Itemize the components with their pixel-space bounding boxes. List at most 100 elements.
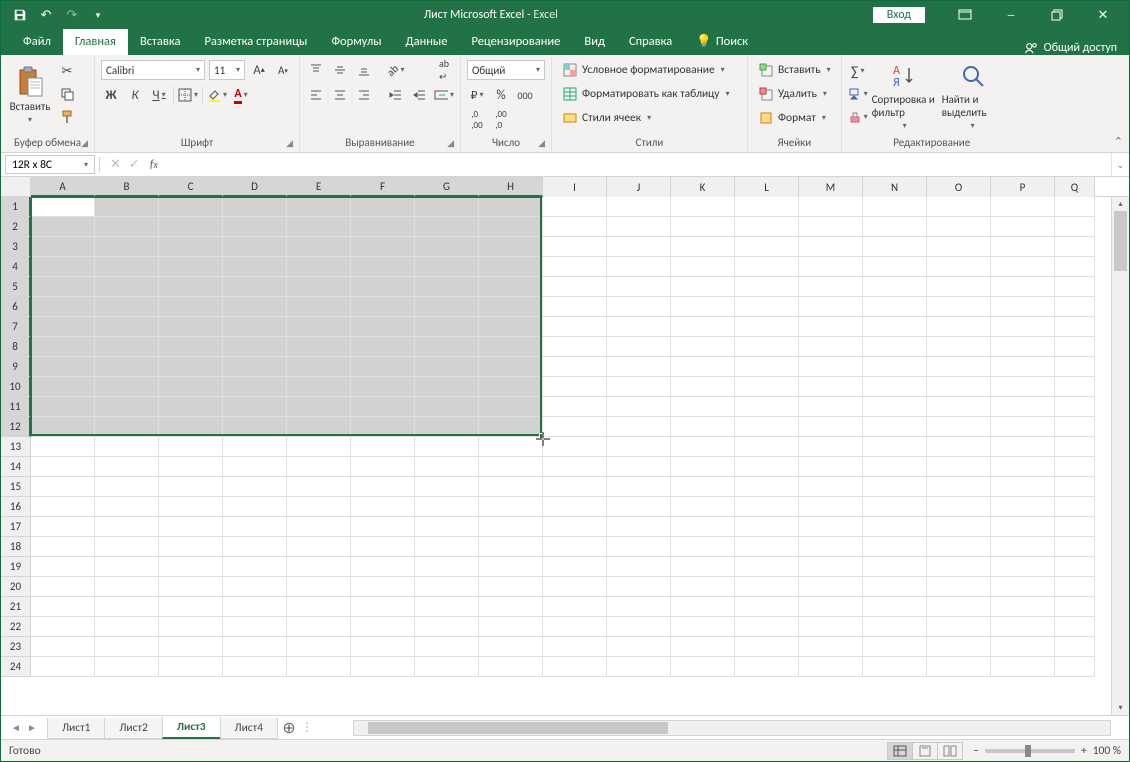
- row-header[interactable]: 3: [1, 237, 31, 257]
- column-header[interactable]: N: [863, 177, 927, 197]
- cell[interactable]: [735, 457, 799, 477]
- cell[interactable]: [287, 577, 351, 597]
- cell[interactable]: [351, 617, 415, 637]
- cell[interactable]: [543, 577, 607, 597]
- scroll-up-icon[interactable]: ▴: [1112, 197, 1129, 211]
- cell[interactable]: [351, 437, 415, 457]
- cell[interactable]: [735, 637, 799, 657]
- find-select-button[interactable]: Найти и выделить▾: [942, 57, 1004, 134]
- cell[interactable]: [1055, 577, 1095, 597]
- cell[interactable]: [671, 297, 735, 317]
- cell[interactable]: [351, 237, 415, 257]
- cell[interactable]: [479, 397, 543, 417]
- cell[interactable]: [607, 197, 671, 217]
- cell[interactable]: [671, 417, 735, 437]
- format-cells-button[interactable]: Формат▾: [754, 107, 835, 129]
- zoom-out-button[interactable]: −: [973, 744, 979, 758]
- cell[interactable]: [607, 337, 671, 357]
- cell[interactable]: [735, 577, 799, 597]
- column-header[interactable]: I: [543, 177, 607, 197]
- cell[interactable]: [863, 217, 927, 237]
- cancel-edit-icon[interactable]: ✕: [110, 157, 121, 172]
- column-header[interactable]: H: [479, 177, 543, 197]
- page-break-view-icon[interactable]: [937, 742, 963, 760]
- cell[interactable]: [991, 517, 1055, 537]
- formula-input[interactable]: [164, 153, 1111, 176]
- cell[interactable]: [159, 497, 223, 517]
- row-header[interactable]: 5: [1, 277, 31, 297]
- cell[interactable]: [223, 337, 287, 357]
- cell[interactable]: [223, 497, 287, 517]
- cell[interactable]: [927, 437, 991, 457]
- cell[interactable]: [799, 277, 863, 297]
- cell[interactable]: [479, 657, 543, 677]
- cell[interactable]: [863, 477, 927, 497]
- cell[interactable]: [287, 617, 351, 637]
- autosum-icon[interactable]: ∑: [848, 61, 868, 81]
- tab-рецензирование[interactable]: Рецензирование: [459, 29, 572, 55]
- tell-me[interactable]: 💡 Поиск: [684, 29, 760, 55]
- cell[interactable]: [863, 597, 927, 617]
- cell[interactable]: [735, 617, 799, 637]
- row-header[interactable]: 10: [1, 377, 31, 397]
- cell[interactable]: [479, 617, 543, 637]
- row-header[interactable]: 11: [1, 397, 31, 417]
- cell[interactable]: [991, 297, 1055, 317]
- cell[interactable]: [991, 657, 1055, 677]
- cell[interactable]: [31, 457, 95, 477]
- copy-icon[interactable]: [57, 84, 77, 104]
- cell[interactable]: [287, 217, 351, 237]
- column-header[interactable]: M: [799, 177, 863, 197]
- cell[interactable]: [927, 417, 991, 437]
- cell[interactable]: [415, 477, 479, 497]
- dialog-launcher-icon[interactable]: ◢: [286, 138, 293, 149]
- cell[interactable]: [735, 357, 799, 377]
- percent-style-icon[interactable]: %: [491, 85, 511, 105]
- cell[interactable]: [991, 317, 1055, 337]
- cell[interactable]: [735, 217, 799, 237]
- cell[interactable]: [799, 497, 863, 517]
- cell[interactable]: [31, 317, 95, 337]
- cell[interactable]: [799, 637, 863, 657]
- cell[interactable]: [95, 357, 159, 377]
- minimize-icon[interactable]: ─: [989, 4, 1033, 26]
- horizontal-scrollbar[interactable]: [353, 720, 1111, 736]
- row-header[interactable]: 13: [1, 437, 31, 457]
- cell[interactable]: [543, 277, 607, 297]
- cell[interactable]: [671, 537, 735, 557]
- row-header[interactable]: 23: [1, 637, 31, 657]
- scrollbar-thumb[interactable]: [1114, 211, 1127, 271]
- cell[interactable]: [223, 357, 287, 377]
- cell[interactable]: [991, 397, 1055, 417]
- cell[interactable]: [159, 237, 223, 257]
- cell[interactable]: [351, 317, 415, 337]
- cell[interactable]: [31, 437, 95, 457]
- cell[interactable]: [287, 317, 351, 337]
- cell[interactable]: [799, 477, 863, 497]
- cell[interactable]: [543, 637, 607, 657]
- cell[interactable]: [991, 417, 1055, 437]
- cell[interactable]: [287, 657, 351, 677]
- cell[interactable]: [31, 637, 95, 657]
- cell[interactable]: [159, 337, 223, 357]
- cell[interactable]: [223, 597, 287, 617]
- cell[interactable]: [927, 597, 991, 617]
- cell[interactable]: [31, 517, 95, 537]
- cell[interactable]: [31, 617, 95, 637]
- cell[interactable]: [351, 517, 415, 537]
- increase-indent-icon[interactable]: [410, 85, 430, 105]
- cell[interactable]: [543, 617, 607, 637]
- cell[interactable]: [287, 257, 351, 277]
- cell[interactable]: [351, 637, 415, 657]
- cell[interactable]: [799, 197, 863, 217]
- cell[interactable]: [799, 557, 863, 577]
- cell[interactable]: [95, 317, 159, 337]
- cell[interactable]: [159, 297, 223, 317]
- cell[interactable]: [927, 357, 991, 377]
- cell[interactable]: [351, 457, 415, 477]
- column-header[interactable]: D: [223, 177, 287, 197]
- cell[interactable]: [543, 237, 607, 257]
- cell[interactable]: [991, 637, 1055, 657]
- cell[interactable]: [95, 457, 159, 477]
- cell[interactable]: [95, 517, 159, 537]
